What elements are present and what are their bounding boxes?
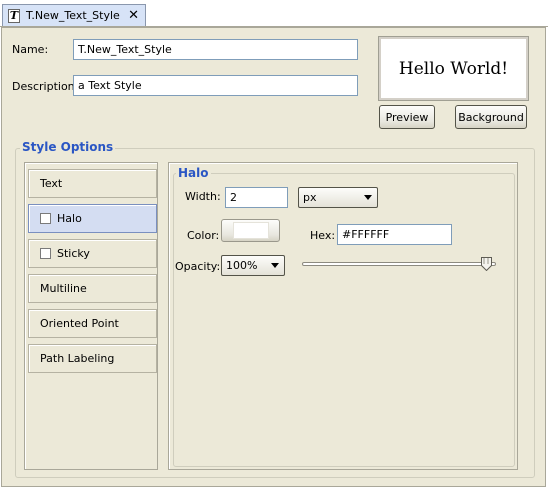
name-field[interactable]: T.New_Text_Style: [73, 39, 358, 60]
opacity-select-value: 100%: [226, 259, 258, 272]
color-swatch: [232, 222, 269, 239]
unit-select[interactable]: px: [298, 187, 378, 208]
tab-title: T.New_Text_Style: [26, 9, 120, 22]
close-icon[interactable]: ✕: [128, 8, 139, 23]
hex-label: Hex:: [310, 229, 336, 242]
text-style-icon: T: [8, 8, 20, 23]
list-item-label: Sticky: [57, 247, 90, 260]
color-label: Color:: [187, 229, 220, 242]
chevron-down-icon: [364, 195, 372, 200]
halo-checkbox[interactable]: [40, 213, 51, 224]
chevron-down-icon: [271, 263, 279, 268]
list-item-label: Text: [40, 177, 63, 190]
list-item-halo[interactable]: Halo: [28, 204, 157, 233]
unit-select-value: px: [303, 191, 317, 204]
opacity-slider-track[interactable]: [302, 262, 496, 266]
list-item-label: Halo: [57, 212, 82, 225]
style-options-title: Style Options: [20, 140, 116, 154]
list-item-path-labeling[interactable]: Path Labeling: [28, 344, 157, 373]
preview-button[interactable]: Preview: [379, 105, 435, 129]
width-field[interactable]: 2: [225, 187, 288, 208]
opacity-select[interactable]: 100%: [221, 255, 285, 276]
opacity-label: Opacity:: [175, 260, 221, 273]
background-button[interactable]: Background: [455, 105, 527, 129]
preview-box: Hello World!: [378, 36, 529, 101]
sticky-checkbox[interactable]: [40, 248, 51, 259]
halo-group: [173, 173, 515, 467]
halo-title: Halo: [176, 166, 211, 180]
hex-field[interactable]: #FFFFFF: [337, 224, 452, 245]
list-item-sticky[interactable]: Sticky: [28, 239, 157, 268]
list-item-oriented-point[interactable]: Oriented Point: [28, 309, 157, 338]
style-options-list: Text Halo Sticky Multiline Oriented Poin…: [24, 162, 158, 470]
tab-text-style[interactable]: T T.New_Text_Style ✕: [2, 4, 146, 26]
description-field[interactable]: a Text Style: [73, 75, 358, 96]
halo-panel: [168, 162, 518, 470]
style-editor-panel: Name: T.New_Text_Style Description: a Te…: [1, 27, 546, 487]
color-picker-button[interactable]: [221, 219, 280, 242]
name-label: Name:: [12, 43, 49, 56]
tab-strip: T T.New_Text_Style ✕: [0, 0, 548, 27]
description-label: Description:: [12, 80, 79, 93]
width-label: Width:: [185, 190, 221, 203]
list-item-label: Multiline: [40, 282, 87, 295]
list-item-text[interactable]: Text: [28, 169, 157, 198]
list-item-label: Path Labeling: [40, 352, 115, 365]
list-item-label: Oriented Point: [40, 317, 119, 330]
list-item-multiline[interactable]: Multiline: [28, 274, 157, 303]
opacity-slider-thumb[interactable]: [481, 257, 492, 271]
